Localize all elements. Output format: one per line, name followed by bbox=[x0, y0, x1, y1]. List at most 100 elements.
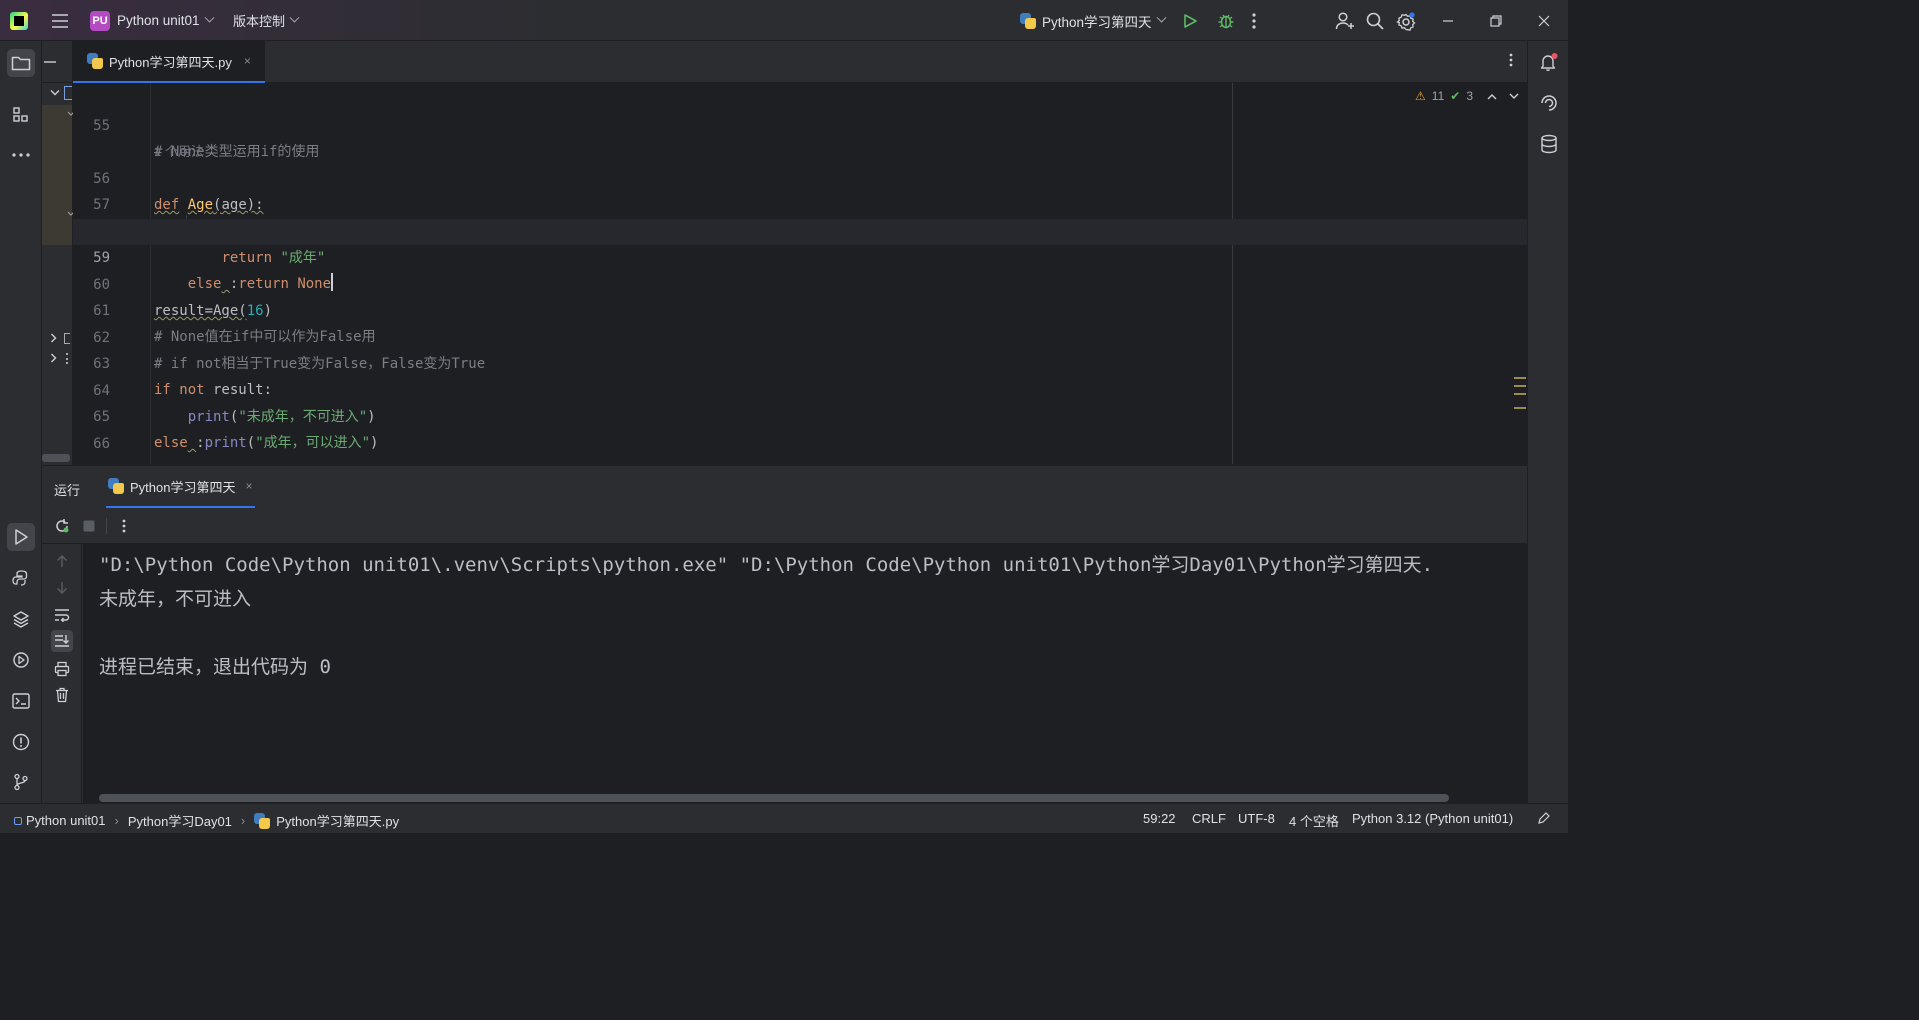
project-badge: PU bbox=[90, 10, 110, 31]
problems-tool-button[interactable] bbox=[7, 728, 35, 756]
run-config-selector[interactable]: Python学习第四天 bbox=[1020, 0, 1166, 41]
project-selector[interactable]: PU Python unit01 bbox=[90, 0, 215, 41]
python-console-icon bbox=[12, 570, 28, 586]
editor-horizontal-scrollbar[interactable] bbox=[42, 454, 70, 462]
code-line[interactable]: 63 if not result: bbox=[73, 325, 1527, 398]
tab-close-icon[interactable]: × bbox=[244, 54, 251, 68]
chevron-down-icon bbox=[204, 12, 215, 23]
stop-icon bbox=[83, 520, 95, 532]
run-button[interactable] bbox=[1182, 0, 1198, 41]
search-button[interactable] bbox=[1366, 0, 1384, 41]
code-line[interactable]: 55 # None类型运用if的使用 bbox=[73, 87, 1527, 160]
rerun-icon bbox=[56, 519, 69, 533]
structure-tool-button[interactable] bbox=[7, 101, 35, 129]
more-vertical-icon bbox=[1252, 12, 1256, 29]
code-line-current[interactable]: 59 else :return None bbox=[73, 219, 1527, 292]
console-output[interactable]: "D:\Python Code\Python unit01\.venv\Scri… bbox=[83, 544, 1527, 804]
code-editor[interactable]: 55 # None类型运用if的使用 1 个用法 56 def Age(age)… bbox=[73, 83, 1527, 464]
services-icon bbox=[13, 652, 29, 668]
services-tool-button[interactable] bbox=[7, 646, 35, 674]
code-with-me-button[interactable] bbox=[1335, 0, 1355, 41]
inspection-widget[interactable]: ⚠ 11 ✔ 3 bbox=[1415, 89, 1519, 103]
stop-button[interactable] bbox=[79, 516, 99, 536]
code-line[interactable]: 65 else :print("成年，可以进入") bbox=[73, 378, 1527, 451]
notifications-icon bbox=[1540, 53, 1558, 71]
chevron-right-icon[interactable] bbox=[50, 333, 57, 343]
code-line[interactable]: 61 # None值在if中可以作为False用 bbox=[73, 272, 1527, 345]
code-line[interactable]: 66 bbox=[73, 405, 1527, 452]
more-vertical-icon bbox=[1509, 53, 1513, 67]
more-tools-button[interactable] bbox=[7, 141, 35, 169]
close-window-button[interactable] bbox=[1532, 0, 1556, 41]
code-line[interactable]: 57 if age>=18: bbox=[73, 166, 1527, 239]
run-tab[interactable]: Python学习第四天 × bbox=[106, 466, 255, 508]
notifications-button[interactable] bbox=[1538, 51, 1560, 73]
terminal-icon bbox=[12, 693, 30, 709]
editor-tabs-bar: Python学习第四天.py × bbox=[73, 41, 1527, 83]
soft-wrap-button[interactable] bbox=[51, 604, 73, 626]
code-line[interactable]: 64 print("未成年，不可进入") bbox=[73, 352, 1527, 425]
run-panel-title: 运行 bbox=[54, 483, 81, 498]
debug-icon bbox=[1218, 14, 1234, 28]
breadcrumb-item[interactable]: Python unit01 bbox=[26, 813, 106, 828]
file-encoding[interactable]: UTF-8 bbox=[1238, 811, 1275, 826]
git-tool-button[interactable] bbox=[7, 768, 35, 796]
chevron-right-icon[interactable] bbox=[50, 353, 57, 363]
print-button[interactable] bbox=[51, 658, 73, 680]
settings-gear-icon bbox=[1396, 11, 1416, 31]
interpreter-selector[interactable]: Python 3.12 (Python unit01) bbox=[1352, 811, 1513, 826]
code-line[interactable]: 62 # if not相当于True变为False，False变为True bbox=[73, 299, 1527, 372]
python-console-button[interactable] bbox=[7, 564, 35, 592]
tabs-more-button[interactable] bbox=[1509, 53, 1513, 67]
database-icon bbox=[1541, 134, 1557, 154]
run-tool-button[interactable] bbox=[7, 523, 35, 551]
more-actions-button[interactable] bbox=[1252, 0, 1256, 41]
code-line[interactable]: 60 result=Age(16) bbox=[73, 246, 1527, 319]
editor-tab-active[interactable]: Python学习第四天.py × bbox=[73, 41, 265, 83]
vcs-menu[interactable]: 版本控制 bbox=[233, 0, 300, 41]
structure-icon bbox=[13, 107, 28, 122]
soft-wrap-icon bbox=[55, 609, 70, 622]
python-icon bbox=[254, 812, 271, 829]
scroll-to-end-icon bbox=[55, 635, 69, 647]
indent-setting[interactable]: 4 个空格 bbox=[1289, 811, 1339, 830]
hamburger-menu-icon[interactable] bbox=[48, 0, 72, 41]
breadcrumb-item[interactable]: Python学习Day01 bbox=[128, 811, 232, 830]
usage-hint-line: 1 个用法 bbox=[73, 113, 1527, 159]
selected-tree-row bbox=[42, 105, 72, 245]
next-occurrence-button[interactable] bbox=[51, 577, 73, 599]
read-only-toggle[interactable] bbox=[1537, 811, 1551, 825]
restore-button[interactable] bbox=[1484, 0, 1508, 41]
scroll-to-end-button[interactable] bbox=[51, 630, 73, 652]
status-bar: Python unit01 › Python学习Day01 › Python学习… bbox=[0, 803, 1568, 833]
minimize-button[interactable] bbox=[1436, 0, 1460, 41]
title-bar: PU Python unit01 版本控制 Python学习第四天 bbox=[0, 0, 1568, 41]
caret-position[interactable]: 59:22 bbox=[1143, 811, 1176, 826]
previous-highlight-icon[interactable] bbox=[1487, 93, 1497, 100]
code-line[interactable]: 58 return "成年" bbox=[73, 193, 1527, 266]
project-tool-button[interactable] bbox=[7, 49, 35, 77]
debug-button[interactable] bbox=[1217, 0, 1235, 41]
run-more-button[interactable] bbox=[114, 516, 134, 536]
breadcrumb-item[interactable]: Python学习第四天.py bbox=[276, 811, 399, 830]
settings-button[interactable] bbox=[1396, 0, 1416, 41]
tree-item[interactable] bbox=[64, 333, 70, 344]
collapse-panel-icon[interactable] bbox=[44, 61, 56, 63]
clear-console-button[interactable] bbox=[51, 684, 73, 706]
ai-assistant-button[interactable] bbox=[1538, 92, 1560, 114]
previous-occurrence-button[interactable] bbox=[51, 550, 73, 572]
tree-item[interactable] bbox=[66, 353, 68, 364]
rerun-button[interactable] bbox=[52, 516, 72, 536]
console-horizontal-scrollbar[interactable] bbox=[99, 794, 1449, 802]
code-line[interactable]: 56 def Age(age): bbox=[73, 140, 1527, 213]
chevron-right-icon: › bbox=[240, 813, 246, 828]
ai-assistant-icon bbox=[1541, 95, 1557, 111]
chevron-down-icon[interactable] bbox=[50, 89, 60, 97]
database-button[interactable] bbox=[1538, 133, 1560, 155]
tree-item-root[interactable] bbox=[64, 86, 72, 100]
next-highlight-icon[interactable] bbox=[1509, 93, 1519, 100]
terminal-tool-button[interactable] bbox=[7, 687, 35, 715]
layers-tool-button[interactable] bbox=[7, 605, 35, 633]
run-tab-close-icon[interactable]: × bbox=[245, 479, 252, 493]
line-separator[interactable]: CRLF bbox=[1192, 811, 1226, 826]
